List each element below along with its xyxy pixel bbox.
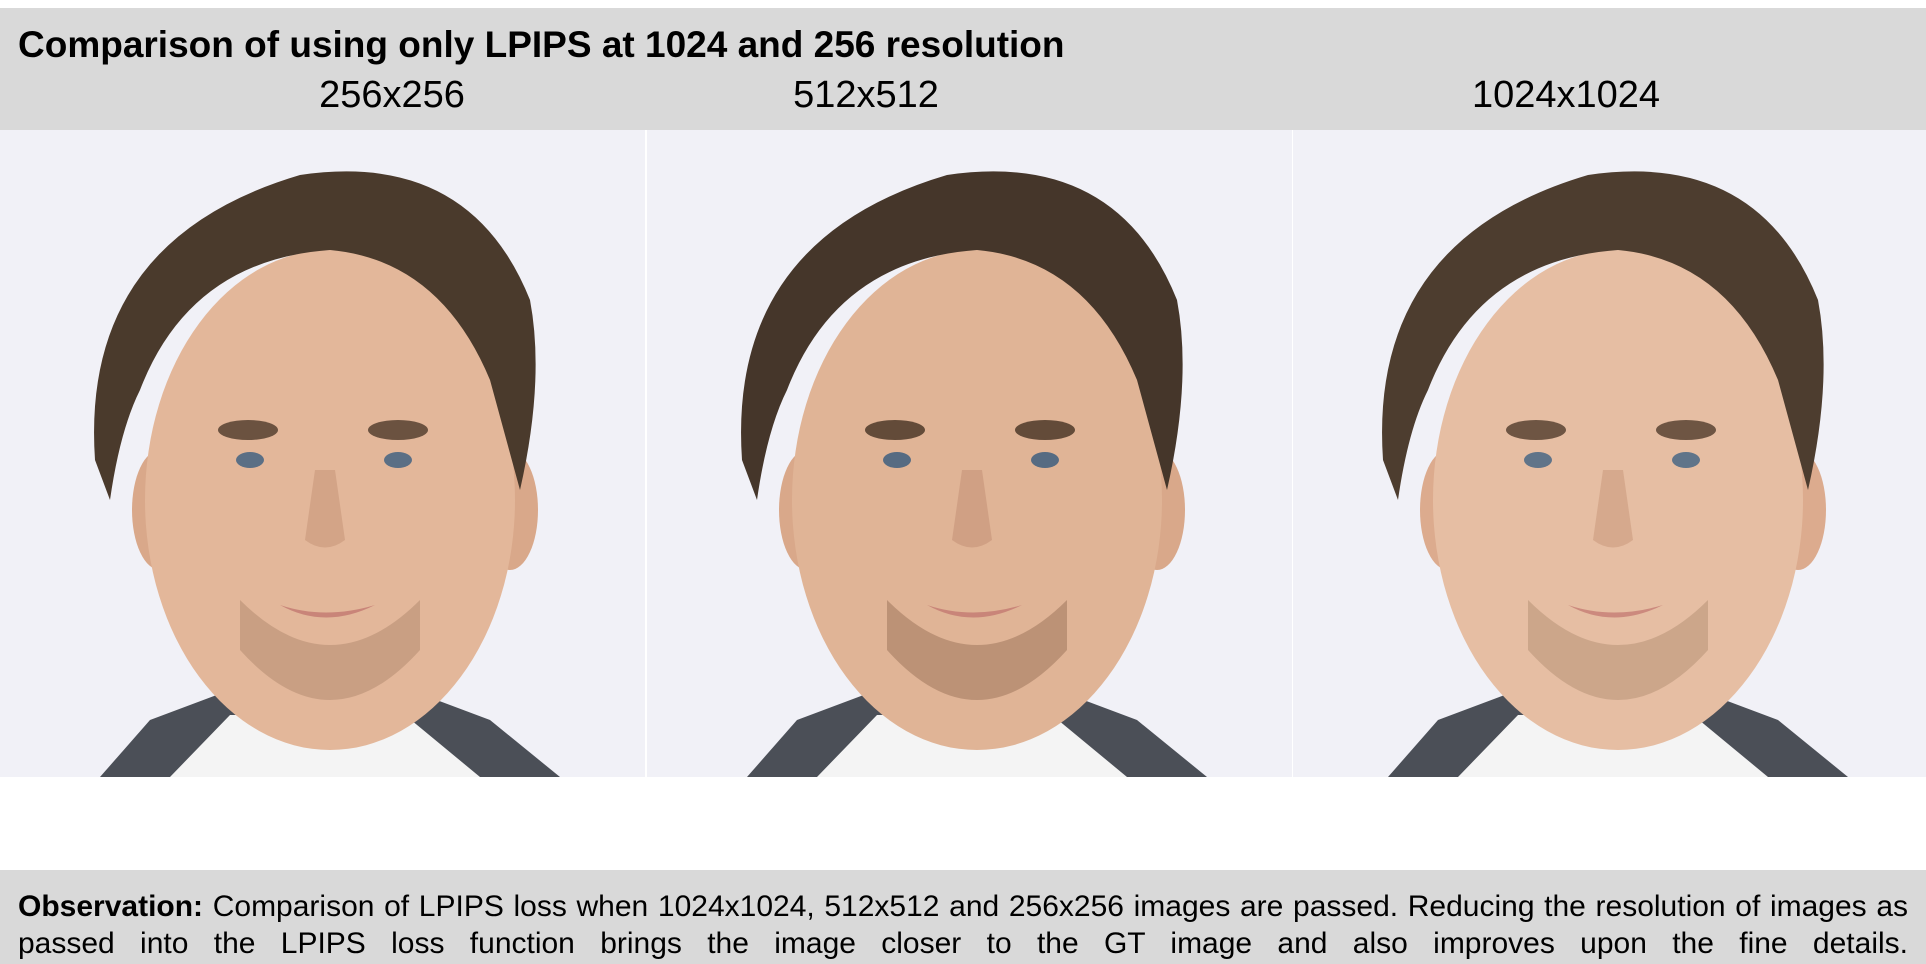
slide-title: Comparison of using only LPIPS at 1024 a… xyxy=(18,24,1065,65)
observation-band: Observation: Comparison of LPIPS loss wh… xyxy=(0,870,1926,964)
portrait-image-512 xyxy=(647,130,1292,777)
column-label-512: 512x512 xyxy=(793,74,939,116)
observation-label: Observation: xyxy=(18,890,204,923)
column-label-1024: 1024x1024 xyxy=(1471,74,1661,116)
observation-paragraph: Observation: Comparison of LPIPS loss wh… xyxy=(18,888,1908,962)
portrait-image-256 xyxy=(0,130,645,777)
portrait-image-1024 xyxy=(1293,130,1926,777)
slide: Comparison of using only LPIPS at 1024 a… xyxy=(0,0,1926,964)
column-label-256: 256x256 xyxy=(319,74,465,116)
observation-text: Comparison of LPIPS loss when 1024x1024,… xyxy=(18,890,1909,960)
